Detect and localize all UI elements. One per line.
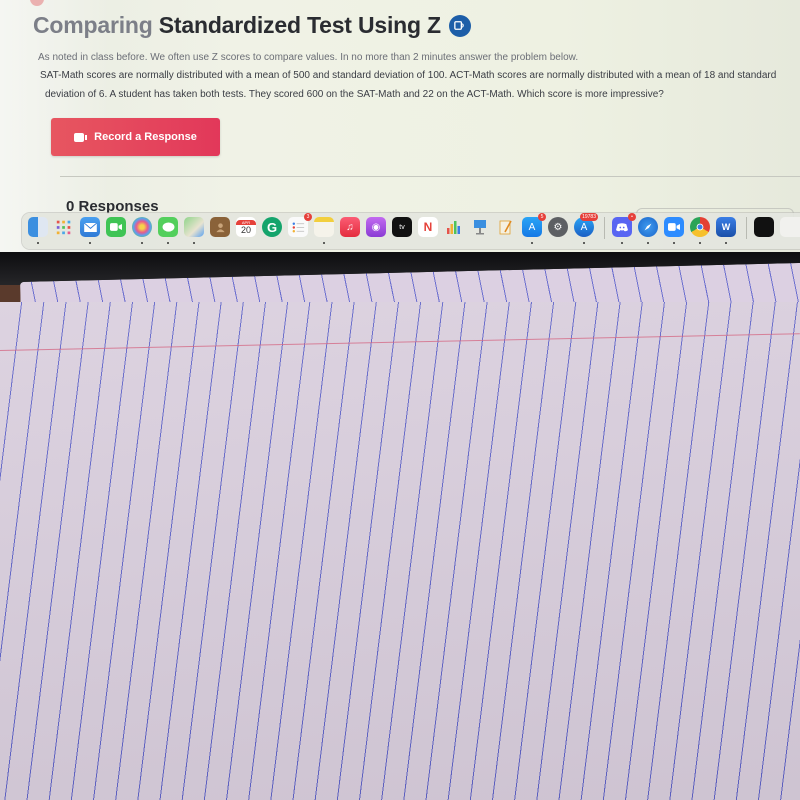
prompt-intro: As noted in class before. We often use Z…: [38, 52, 579, 63]
self-service-icon[interactable]: A 19783: [574, 213, 598, 244]
word-icon[interactable]: W: [716, 217, 736, 244]
notification-badge: 3: [304, 213, 312, 221]
messages-icon[interactable]: [158, 217, 178, 244]
mail-icon[interactable]: [80, 217, 100, 244]
calendar-icon[interactable]: APR 20: [236, 217, 256, 237]
numbers-icon[interactable]: [444, 217, 464, 237]
discord-icon[interactable]: •: [612, 213, 636, 244]
prompt-question-line-1: SAT-Math scores are normally distributed…: [40, 70, 777, 81]
minimized-window-light[interactable]: [780, 217, 800, 237]
page-title: Comparing Standardized Test Using Z: [33, 12, 471, 39]
news-icon[interactable]: N: [418, 217, 438, 237]
launchpad-icon[interactable]: [54, 217, 74, 237]
photos-icon[interactable]: [132, 217, 152, 244]
section-divider: [60, 176, 800, 177]
laptop-screen: Comparing Standardized Test Using Z As n…: [0, 0, 800, 252]
grammarly-icon[interactable]: G: [262, 217, 282, 237]
prompt-text: As noted in class before. We often use Z…: [38, 53, 798, 100]
contacts-icon[interactable]: [210, 217, 230, 237]
safari-icon[interactable]: [638, 217, 658, 244]
apple-tv-icon[interactable]: tv: [392, 217, 412, 237]
notification-badge: 19783: [580, 213, 598, 221]
chrome-icon[interactable]: [690, 217, 710, 244]
system-preferences-icon[interactable]: ⚙: [548, 217, 568, 237]
zoom-icon[interactable]: [664, 217, 684, 244]
prompt-question-line-2: deviation of 6. A student has taken both…: [45, 89, 664, 100]
dock-separator: [604, 217, 605, 239]
notification-badge: 5: [538, 213, 546, 221]
keynote-icon[interactable]: [470, 217, 490, 237]
facetime-icon[interactable]: [106, 217, 126, 237]
music-icon[interactable]: ♫: [340, 217, 360, 237]
status-dot: [30, 0, 44, 6]
pages-icon[interactable]: [496, 217, 516, 237]
notification-badge: •: [628, 213, 636, 221]
record-response-button[interactable]: Record a Response: [51, 118, 220, 156]
dock-separator: [746, 217, 747, 239]
immersive-reader-icon[interactable]: [448, 14, 471, 37]
podcasts-icon[interactable]: ◉: [366, 217, 386, 237]
notes-icon[interactable]: [314, 217, 334, 244]
maps-icon[interactable]: [184, 217, 204, 244]
lined-notebook-paper: [0, 302, 800, 800]
finder-icon[interactable]: [28, 217, 48, 244]
app-store-icon[interactable]: A 5: [522, 213, 546, 244]
reminders-icon[interactable]: 3: [288, 213, 312, 237]
macos-dock: APR 20 G 3 ♫ ◉ tv N A 5 ⚙ A 19783 • W: [22, 213, 800, 249]
video-camera-icon: [74, 132, 88, 142]
minimized-window-dark[interactable]: [754, 217, 774, 237]
